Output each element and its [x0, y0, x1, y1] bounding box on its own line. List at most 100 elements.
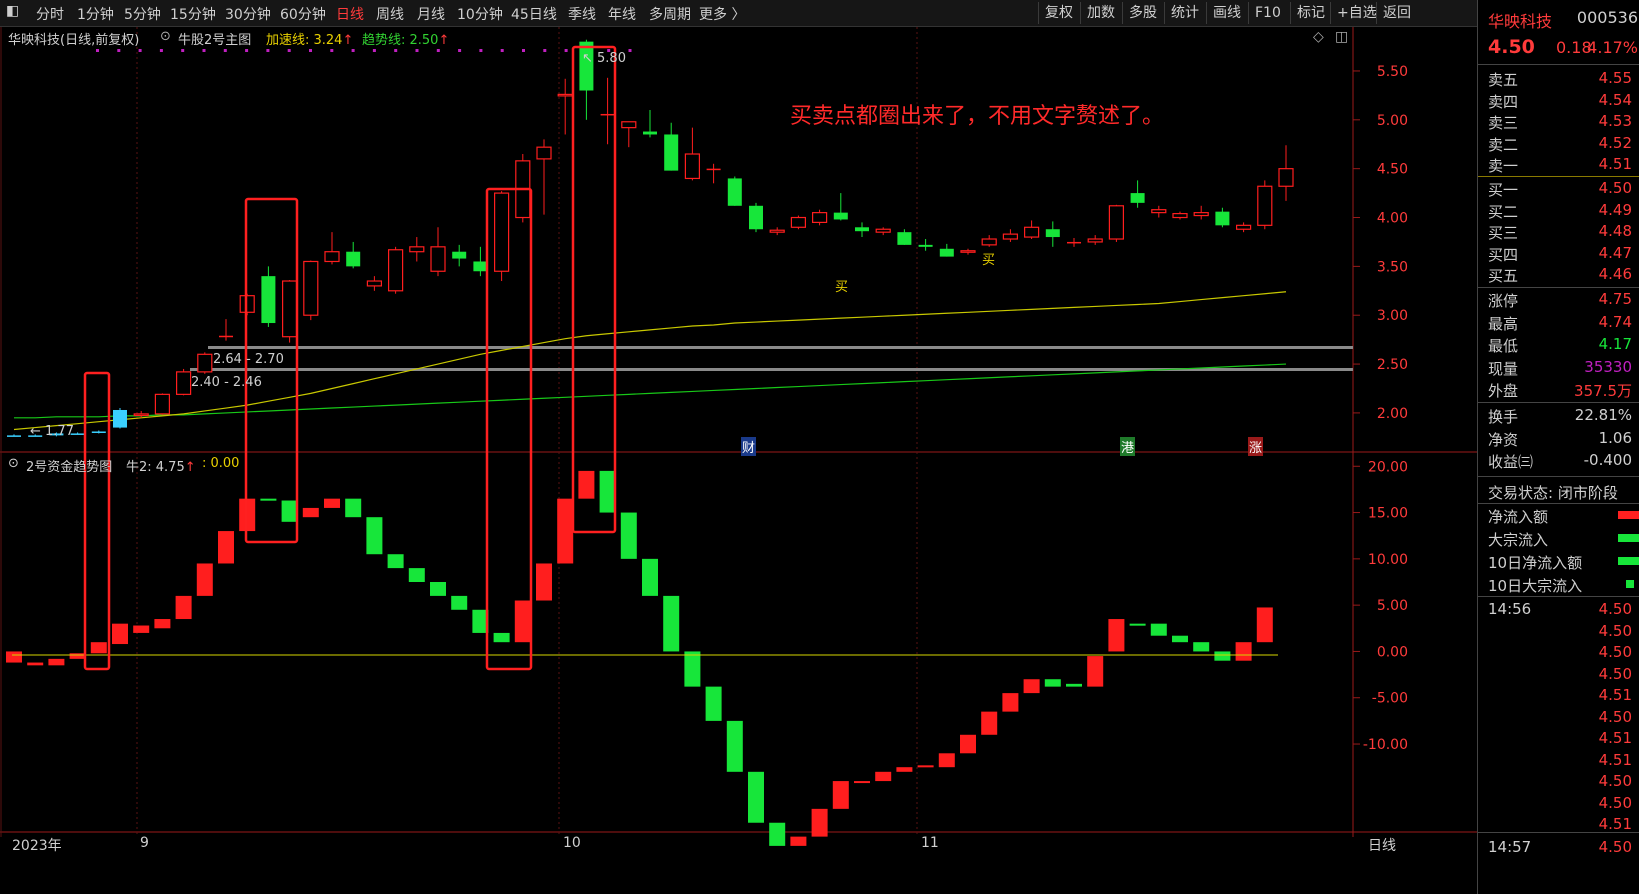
- candle-body: [176, 371, 192, 395]
- stat-row-label: 最高: [1488, 314, 1519, 333]
- period-1min[interactable]: 1分钟: [77, 4, 114, 24]
- candle: [494, 191, 510, 282]
- biaoji-button[interactable]: 标记: [1290, 2, 1331, 24]
- ask-row-value: 4.53: [1598, 112, 1632, 131]
- candle-body: [557, 93, 573, 97]
- candle-body: [197, 353, 213, 373]
- stat2-row: 换手 22.81%: [1478, 404, 1639, 426]
- bid-row-label: 买五: [1488, 267, 1519, 286]
- fund-bar: [917, 765, 934, 768]
- bid-row: 买四 4.47: [1478, 242, 1639, 264]
- tick-row-label: 14:56: [1488, 600, 1532, 618]
- candle-body: [684, 153, 701, 180]
- candle-body: [1002, 233, 1019, 240]
- add-watchlist-button[interactable]: +自选: [1330, 2, 1383, 24]
- candle: [1257, 180, 1273, 230]
- candle-body: [1067, 241, 1081, 244]
- stat2-row-value: 22.81%: [1574, 406, 1632, 424]
- sidebar-toggle-icon[interactable]: ◧: [6, 3, 19, 19]
- stat-row-value: 4.17: [1598, 335, 1632, 354]
- tick-row: 4.51: [1478, 727, 1639, 749]
- period-45day[interactable]: 45日线: [511, 4, 557, 24]
- candle: [154, 393, 170, 415]
- period-60min[interactable]: 60分钟: [280, 4, 326, 24]
- candle-body: [981, 238, 997, 246]
- period-yearly[interactable]: 年线: [608, 4, 636, 24]
- candle: [176, 368, 192, 396]
- last-price: 4.50: [1488, 36, 1535, 58]
- candle-body: [430, 246, 446, 272]
- legend-label: 净流入额: [1488, 508, 1549, 526]
- candle-body: [769, 229, 785, 233]
- ask-row-value: 4.51: [1598, 155, 1632, 174]
- duogu-button[interactable]: 多股: [1122, 2, 1163, 24]
- diamond-icon[interactable]: ◇: [1313, 29, 1324, 45]
- period-10min[interactable]: 10分钟: [457, 4, 503, 24]
- ask-row-label: 卖五: [1488, 71, 1519, 89]
- period-more[interactable]: 更多 〉: [699, 4, 745, 24]
- tick-row: 4.50: [1478, 706, 1639, 728]
- f10-button[interactable]: F10: [1248, 2, 1287, 24]
- period-15min[interactable]: 15分钟: [170, 4, 216, 24]
- jiashu-button[interactable]: 加数: [1080, 2, 1121, 24]
- stat-row: 最高 4.74: [1478, 311, 1639, 333]
- candle: [303, 260, 319, 321]
- candle: [282, 280, 298, 343]
- bid-row-value: 4.46: [1598, 265, 1632, 284]
- bid-row: 买五 4.46: [1478, 263, 1639, 285]
- sub-chart-toggle[interactable]: ⊙: [8, 456, 19, 471]
- fund-bar: [133, 625, 150, 633]
- price-tick-label: 3.00: [1377, 308, 1408, 324]
- stat-row: 外盘 357.5万: [1478, 378, 1639, 400]
- signal-dot: [522, 49, 525, 52]
- period-5min[interactable]: 5分钟: [124, 4, 161, 24]
- period-fenshi[interactable]: 分时: [36, 4, 64, 24]
- back-button[interactable]: 返回: [1376, 2, 1417, 24]
- fund-bar: [875, 771, 892, 782]
- ask-row-label: 卖四: [1488, 92, 1519, 111]
- candle-body: [536, 146, 552, 160]
- event-mark-hk[interactable]: 港: [1120, 437, 1136, 456]
- fund-tick-label: 20.00: [1368, 459, 1408, 475]
- fund-bar: [854, 781, 870, 784]
- fund-bar: [6, 651, 22, 663]
- indicator-name[interactable]: 牛股2号主图: [178, 29, 251, 48]
- period-multi[interactable]: 多周期: [649, 4, 691, 24]
- fund-bar: [218, 531, 234, 564]
- period-quarter[interactable]: 季线: [568, 4, 596, 24]
- fund-bar: [451, 595, 468, 610]
- bid-row: 买一 4.50: [1478, 177, 1639, 199]
- tick-row-value: 4.50: [1598, 600, 1632, 618]
- period-30min[interactable]: 30分钟: [225, 4, 271, 24]
- period-weekly[interactable]: 周线: [376, 4, 404, 24]
- fund-bar: [811, 808, 828, 837]
- ask-row-label: 卖一: [1488, 157, 1519, 176]
- stat-row-value: 357.5万: [1574, 382, 1632, 401]
- fund-bar: [790, 836, 807, 846]
- fund-bar: [960, 734, 976, 754]
- fund-bar: [896, 767, 913, 772]
- window-icon[interactable]: ◫: [1335, 29, 1348, 45]
- stock-header[interactable]: 华映科技 000536: [1478, 6, 1639, 31]
- fund-bar: [536, 563, 552, 601]
- signal-dot: [245, 49, 249, 52]
- tick-row: 4.50: [1478, 663, 1639, 685]
- huaxian-button[interactable]: 画线: [1206, 2, 1247, 24]
- stat2-row-value: -0.400: [1583, 451, 1632, 470]
- fuquan-button[interactable]: 复权: [1038, 2, 1079, 24]
- period-monthly[interactable]: 月线: [417, 4, 445, 24]
- candle-body: [113, 409, 127, 428]
- fund-bar: [514, 600, 531, 643]
- bid-row-value: 4.50: [1598, 179, 1632, 197]
- event-mark-rise[interactable]: 涨: [1248, 437, 1264, 456]
- bid-row-value: 4.48: [1598, 222, 1632, 241]
- period-daily[interactable]: 日线: [336, 4, 364, 24]
- candle-body: [1172, 213, 1188, 219]
- event-mark-finance[interactable]: 财: [741, 437, 757, 456]
- candle-body: [1023, 226, 1040, 238]
- tongji-button[interactable]: 统计: [1164, 2, 1205, 24]
- signal-dot: [415, 49, 419, 52]
- stat-row-label: 涨停: [1488, 292, 1519, 310]
- chart-indicator-toggle[interactable]: ⊙: [160, 29, 171, 44]
- candle-body: [833, 212, 848, 220]
